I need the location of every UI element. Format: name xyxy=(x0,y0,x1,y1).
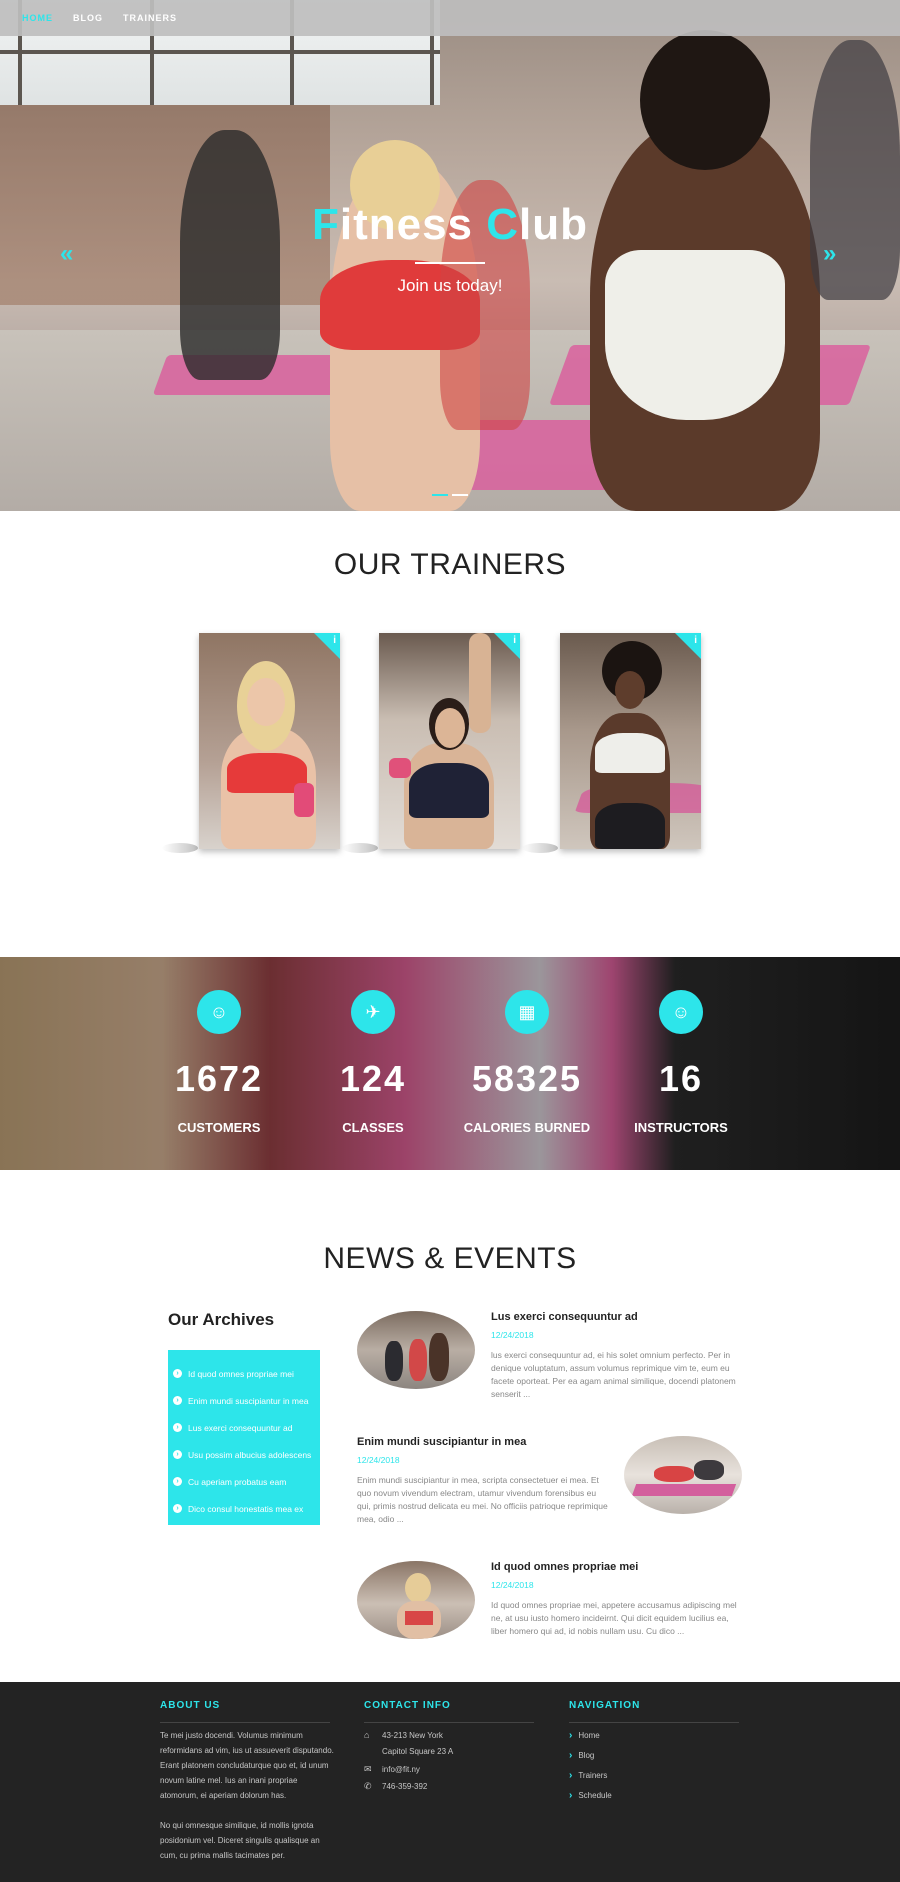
info-icon[interactable]: i xyxy=(333,635,336,646)
chevron-right-icon: › xyxy=(569,1790,573,1801)
post-image[interactable] xyxy=(624,1436,742,1514)
slider-prev-arrow-icon[interactable]: « xyxy=(60,240,73,268)
footer xyxy=(0,1682,900,1882)
chevron-right-icon: › xyxy=(173,1369,182,1378)
post-excerpt: lus exerci consequuntur ad, ei his solet… xyxy=(491,1350,736,1399)
stat-instructors: ☺ 16 INSTRUCTORS xyxy=(601,990,761,1135)
post-title[interactable]: Enim mundi suscipiantur in mea xyxy=(357,1436,526,1448)
stat-label: CUSTOMERS xyxy=(177,1120,261,1135)
archives-title: Our Archives xyxy=(168,1310,275,1329)
stat-calories: ▦ 58325 CALORIES BURNED xyxy=(447,990,607,1135)
footer-phone: ✆ 746-359-392 xyxy=(364,1781,428,1791)
calories-icon: ▦ xyxy=(505,990,549,1034)
info-icon[interactable]: i xyxy=(694,635,697,646)
post-image[interactable] xyxy=(357,1311,475,1389)
post-date: 12/24/2018 xyxy=(357,1455,400,1465)
slider-next-arrow-icon[interactable]: » xyxy=(823,240,836,268)
chevron-right-icon: › xyxy=(173,1423,182,1432)
footer-about-heading: ABOUT US xyxy=(160,1700,221,1711)
stat-value: 124 xyxy=(339,1058,407,1099)
map-icon: ⌂ xyxy=(364,1730,370,1740)
stat-customers: ☺ 1672 CUSTOMERS xyxy=(139,990,299,1135)
stat-label: CALORIES BURNED xyxy=(463,1120,591,1135)
post-title[interactable]: Lus exerci consequuntur ad xyxy=(491,1311,638,1323)
chevron-right-icon: › xyxy=(569,1750,573,1761)
top-navigation: HOME BLOG TRAINERS xyxy=(0,0,900,36)
post-excerpt: Id quod omnes propriae mei, appetere acc… xyxy=(491,1600,737,1636)
archive-item[interactable]: › Cu aperiam probatus eam xyxy=(168,1468,320,1495)
footer-email[interactable]: ✉ info@fit.ny xyxy=(364,1764,420,1775)
post-date: 12/24/2018 xyxy=(491,1580,534,1590)
chevron-right-icon: › xyxy=(173,1504,182,1513)
nav-blog[interactable]: BLOG xyxy=(73,13,103,23)
trainer-card-2[interactable]: i xyxy=(379,633,520,849)
news-title: NEWS & EVENTS xyxy=(323,1242,577,1275)
footer-address-line2: Capitol Square 23 A xyxy=(382,1747,454,1756)
trainer-card-1[interactable]: i xyxy=(199,633,340,849)
footer-about-text: Te mei justo docendi. Volumus minimum re… xyxy=(160,1731,334,1800)
footer-nav-trainers[interactable]: › Trainers xyxy=(569,1770,607,1781)
hero-slider: Fitness Club Join us today! « » xyxy=(0,0,900,511)
footer-about-text-2: No qui omnesque similique, id mollis ign… xyxy=(160,1821,320,1860)
mail-icon: ✉ xyxy=(364,1764,372,1774)
trainers-title: OUR TRAINERS xyxy=(333,548,567,581)
slider-dot[interactable] xyxy=(452,494,468,496)
chevron-right-icon: › xyxy=(173,1396,182,1405)
footer-nav-home[interactable]: › Home xyxy=(569,1730,600,1741)
instructors-icon: ☺ xyxy=(659,990,703,1034)
post-date: 12/24/2018 xyxy=(491,1330,534,1340)
users-icon: ☺ xyxy=(197,990,241,1034)
chevron-right-icon: › xyxy=(173,1477,182,1486)
nav-trainers[interactable]: TRAINERS xyxy=(123,13,177,23)
archive-item[interactable]: › Dico consul honestatis mea ex xyxy=(168,1495,320,1522)
hero-title: Fitness Club xyxy=(311,200,589,249)
stat-value: 1672 xyxy=(174,1058,264,1099)
post-image[interactable] xyxy=(357,1561,475,1639)
slider-pagination xyxy=(432,494,468,496)
stat-value: 16 xyxy=(658,1058,704,1099)
hero-divider xyxy=(415,262,485,264)
hero-subtitle: Join us today! xyxy=(397,276,503,295)
post-excerpt: Enim mundi suscipiantur in mea, scripta … xyxy=(357,1475,608,1524)
slider-dot-active[interactable] xyxy=(432,494,448,496)
chevron-right-icon: › xyxy=(569,1730,573,1741)
footer-nav-blog[interactable]: › Blog xyxy=(569,1750,594,1761)
stat-label: CLASSES xyxy=(342,1120,404,1135)
info-icon[interactable]: i xyxy=(513,635,516,646)
stat-value: 58325 xyxy=(471,1058,583,1099)
phone-icon: ✆ xyxy=(364,1781,372,1791)
runner-icon: ✈ xyxy=(351,990,395,1034)
footer-address: ⌂ 43-213 New York xyxy=(364,1730,443,1740)
archive-item[interactable]: › Id quod omnes propriae mei xyxy=(168,1360,320,1387)
footer-navigation-heading: NAVIGATION xyxy=(569,1700,641,1711)
archive-item[interactable]: › Lus exerci consequuntur ad xyxy=(168,1414,320,1441)
page: Fitness Club Join us today! « » HOME BLO… xyxy=(0,0,900,1882)
stat-label: INSTRUCTORS xyxy=(634,1120,728,1135)
archives-list: › Id quod omnes propriae mei › Enim mundi … xyxy=(168,1350,320,1525)
chevron-right-icon: › xyxy=(173,1450,182,1459)
post-title[interactable]: Id quod omnes propriae mei xyxy=(491,1561,638,1573)
nav-home[interactable]: HOME xyxy=(22,13,53,23)
footer-nav-schedule[interactable]: › Schedule xyxy=(569,1790,612,1801)
trainer-card-3[interactable]: i xyxy=(560,633,701,849)
chevron-right-icon: › xyxy=(569,1770,573,1781)
stat-classes: ✈ 124 CLASSES xyxy=(293,990,453,1135)
footer-contact-heading: CONTACT INFO xyxy=(364,1700,451,1711)
archive-item[interactable]: › Usu possim albucius adolescens xyxy=(168,1441,320,1468)
archive-item[interactable]: › Enim mundi suscipiantur in mea xyxy=(168,1387,320,1414)
